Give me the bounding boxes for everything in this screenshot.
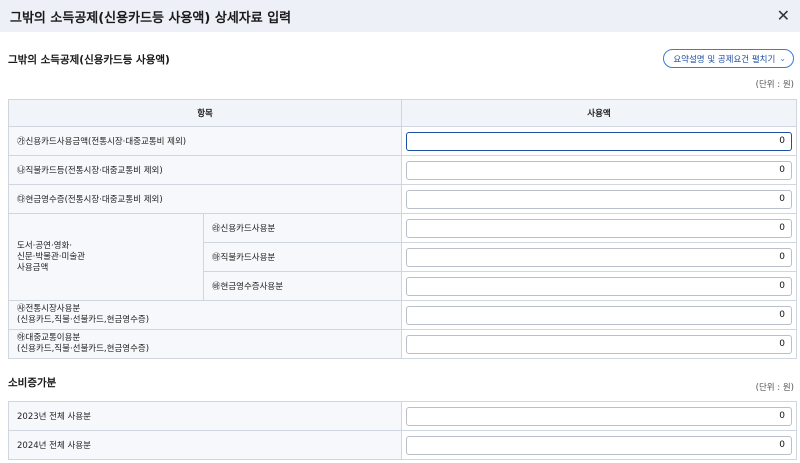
- culture-cash-amount-input[interactable]: [406, 276, 793, 296]
- table-row: 2023년 전체 사용분: [8, 401, 797, 431]
- row-label: ㉵대중교통이용분 (신용카드,직불·선불카드,현금영수증): [7, 329, 403, 359]
- row-label: ㉯직불카드등(전통시장·대중교통비 제외): [7, 155, 403, 185]
- transit-amount-input[interactable]: [406, 334, 793, 354]
- row-label: ㉱신용카드사용분: [202, 213, 403, 243]
- culture-credit-amount-input[interactable]: [406, 218, 793, 238]
- table-row: ㉴전통시장사용분 (신용카드,직불·선불카드,현금영수증): [7, 300, 798, 330]
- unit-label: (단위 : 원): [755, 80, 794, 90]
- unit-label: (단위 : 원): [755, 383, 794, 393]
- consumption-table: 2023년 전체 사용분 2024년 전체 사용분: [8, 401, 797, 460]
- header-item: 항목: [7, 99, 403, 127]
- row-label: 2023년 전체 사용분: [8, 401, 402, 431]
- table-row: ㉯직불카드등(전통시장·대중교통비 제외): [7, 155, 798, 185]
- header-amount: 사용액: [401, 99, 798, 127]
- table-row: 2024년 전체 사용분: [8, 430, 797, 460]
- section-title: 그밖의 소득공제(신용카드등 사용액): [8, 54, 170, 66]
- row-label: 2024년 전체 사용분: [8, 430, 402, 460]
- market-amount-input[interactable]: [406, 305, 793, 325]
- cash-receipt-amount-input[interactable]: [406, 189, 793, 209]
- row-label: ㉳현금영수증사용분: [202, 271, 403, 301]
- usage-table: 항목 사용액 ㉮신용카드사용금액(전통시장·대중교통비 제외) ㉯직불카드등(전…: [7, 99, 798, 359]
- expand-details-label: 요약설명 및 공제요건 펼치기: [673, 54, 776, 65]
- chevron-down-icon: ⌄: [779, 54, 786, 63]
- credit-card-amount-input[interactable]: [406, 131, 793, 151]
- dialog-title: 그밖의 소득공제(신용카드등 사용액) 상세자료 입력: [10, 10, 292, 26]
- dialog-titlebar: 그밖의 소득공제(신용카드등 사용액) 상세자료 입력 ✕: [0, 0, 800, 32]
- culture-debit-amount-input[interactable]: [406, 247, 793, 267]
- culture-group-label: 도서·공연·영화· 신문·박물관·미술관 사용금액: [8, 213, 204, 301]
- close-icon[interactable]: ✕: [777, 8, 790, 24]
- section-title: 소비증가분: [8, 377, 57, 389]
- table-row: ㉵대중교통이용분 (신용카드,직불·선불카드,현금영수증): [7, 329, 798, 359]
- table-row: ㉰현금영수증(전통시장·대중교통비 제외): [7, 184, 798, 214]
- debit-card-amount-input[interactable]: [406, 160, 793, 180]
- row-label: ㉰현금영수증(전통시장·대중교통비 제외): [7, 184, 403, 214]
- table-row: 도서·공연·영화· 신문·박물관·미술관 사용금액 ㉱신용카드사용분: [8, 213, 798, 301]
- row-label: ㉲직불카드사용분: [202, 242, 403, 272]
- table-row: ㉮신용카드사용금액(전통시장·대중교통비 제외): [7, 126, 798, 156]
- expand-details-button[interactable]: 요약설명 및 공제요건 펼치기 ⌄: [663, 49, 794, 68]
- row-label: ㉮신용카드사용금액(전통시장·대중교통비 제외): [7, 126, 403, 156]
- usage-2023-input[interactable]: [406, 406, 792, 426]
- usage-2024-input[interactable]: [406, 435, 792, 455]
- row-label: ㉴전통시장사용분 (신용카드,직불·선불카드,현금영수증): [7, 300, 403, 330]
